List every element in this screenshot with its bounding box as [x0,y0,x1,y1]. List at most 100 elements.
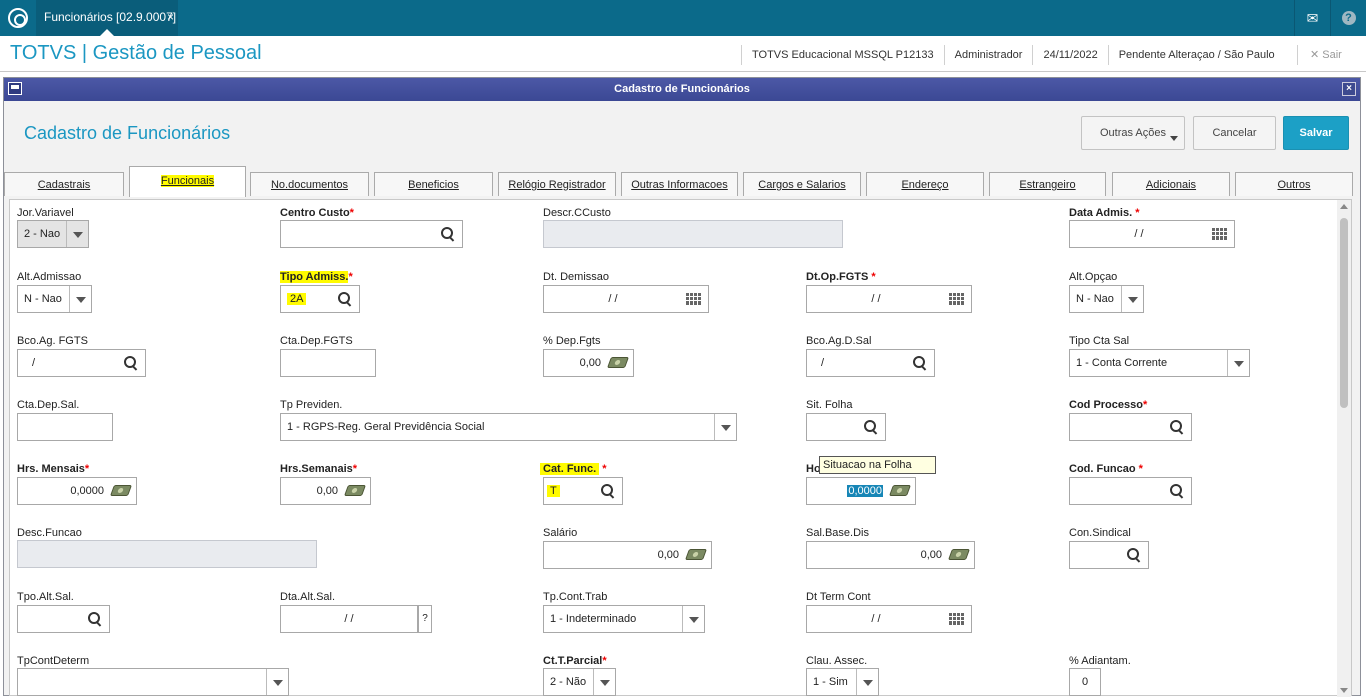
label-pct-adiantam: % Adiantam. [1069,655,1131,667]
tab-funcionais[interactable]: Funcionais [129,166,246,197]
money-icon[interactable] [684,549,708,560]
tab-no-documentos[interactable]: No.documentos [250,172,369,196]
tipo-admis-input[interactable]: 2A [280,285,360,313]
cancel-button[interactable]: Cancelar [1193,116,1276,150]
jor-variavel-select[interactable]: 2 - Nao [17,220,89,248]
dt-op-fgts-input[interactable]: / / [806,285,972,313]
search-icon[interactable] [1170,420,1184,434]
sal-base-dis-input[interactable]: 0,00 [806,541,975,569]
label-cod-funcao: Cod. Funcao * [1069,463,1143,475]
totvs-logo-icon[interactable] [8,8,28,28]
search-icon[interactable] [1127,548,1141,562]
tab-outros[interactable]: Outros [1235,172,1353,196]
search-icon[interactable] [913,356,927,370]
money-icon[interactable] [947,549,971,560]
tab-endereco[interactable]: Endereço [866,172,984,196]
scroll-down-icon[interactable] [1340,688,1348,693]
calendar-icon[interactable] [1212,228,1227,240]
search-icon[interactable] [864,420,878,434]
hrs-mensais-value: 0,0000 [70,485,104,497]
label-cat-func: Cat. Func. * [540,463,607,475]
tipo-cta-sal-select[interactable]: 1 - Conta Corrente [1069,349,1250,377]
sit-folha-input[interactable] [806,413,886,441]
tab-beneficios[interactable]: Beneficios [374,172,493,196]
bco-ag-fgts-input[interactable]: / [17,349,146,377]
dta-alt-sal-input[interactable]: / / [280,605,418,633]
calendar-icon[interactable] [686,293,701,305]
cod-processo-input[interactable] [1069,413,1192,441]
tp-cont-determ-select[interactable] [17,668,289,696]
required-marker: * [1138,463,1143,475]
tp-previden-select[interactable]: 1 - RGPS-Reg. Geral Previdência Social [280,413,737,441]
search-icon[interactable] [1170,484,1184,498]
window-icon[interactable] [8,82,22,95]
save-button[interactable]: Salvar [1283,116,1349,150]
help-icon[interactable]: ? [1330,0,1366,36]
cod-funcao-input[interactable] [1069,477,1192,505]
cta-dep-fgts-input[interactable] [280,349,376,377]
hrs-dia-input[interactable]: 0,0000 [806,477,916,505]
other-actions-button[interactable]: Outras Ações [1081,116,1185,150]
label-descr-ccusto: Descr.CCusto [543,207,611,219]
search-icon[interactable] [338,292,352,306]
cat-func-input[interactable]: T [543,477,623,505]
mail-icon[interactable]: ✉ [1294,0,1330,36]
search-icon[interactable] [88,612,102,626]
tab-cadastrais[interactable]: Cadastrais [4,172,124,196]
hrs-semanais-input[interactable]: 0,00 [280,477,371,505]
exit-button[interactable]: ✕ Sair [1297,45,1342,65]
dialog-close-icon[interactable]: × [1342,82,1356,96]
salario-input[interactable]: 0,00 [543,541,712,569]
dt-demissao-input[interactable]: / / [543,285,709,313]
dta-alt-sal-help-button[interactable]: ? [418,605,432,633]
pct-dep-fgts-input[interactable]: 0,00 [543,349,634,377]
data-admis-input[interactable]: / / [1069,220,1235,248]
money-icon[interactable] [888,485,912,496]
dropdown-arrow-icon [682,606,704,632]
label-tp-cont-trab: Tp.Cont.Trab [543,591,608,603]
vertical-scrollbar[interactable] [1337,200,1351,697]
money-icon[interactable] [606,357,630,368]
dt-term-cont-input[interactable]: / / [806,605,972,633]
dropdown-arrow-icon [856,669,878,695]
search-icon[interactable] [601,484,615,498]
tab-funcionarios[interactable]: Funcionários [02.9.0007] × [36,0,178,36]
tab-adicionais[interactable]: Adicionais [1112,172,1230,196]
money-icon[interactable] [343,485,367,496]
search-icon[interactable] [441,227,455,241]
tpo-alt-sal-input[interactable] [17,605,110,633]
alt-opcao-select[interactable]: N - Nao [1069,285,1144,313]
tab-estrangeiro[interactable]: Estrangeiro [989,172,1106,196]
tooltip-situacao-folha: Situacao na Folha [819,456,936,474]
label-cod-processo: Cod Processo* [1069,399,1147,411]
money-icon[interactable] [109,485,133,496]
label-pct-dep-fgts: % Dep.Fgts [543,335,601,347]
dropdown-arrow-icon [1121,286,1143,312]
con-sindical-input[interactable] [1069,541,1149,569]
scroll-up-icon[interactable] [1340,204,1348,209]
alt-admissao-value: N - Nao [24,293,62,305]
desc-funcao-field [17,540,317,568]
tab-pointer [100,29,114,36]
calendar-icon[interactable] [949,293,964,305]
label-data-admis: Data Admis. * [1069,207,1140,219]
hrs-mensais-input[interactable]: 0,0000 [17,477,137,505]
tp-cont-trab-select[interactable]: 1 - Indeterminado [543,605,705,633]
tab-outras-informacoes[interactable]: Outras Informacoes [621,172,738,196]
ct-t-parcial-select[interactable]: 2 - Não [543,668,616,696]
cta-dep-sal-input[interactable] [17,413,113,441]
alt-admissao-select[interactable]: N - Nao [17,285,92,313]
search-icon[interactable] [124,356,138,370]
clau-assec-select[interactable]: 1 - Sim [806,668,879,696]
scroll-thumb[interactable] [1340,218,1348,408]
label-desc-funcao: Desc.Funcao [17,527,82,539]
branch-status: Pendente Alteraçao / São Paulo [1107,45,1285,65]
tab-relogio-registrador[interactable]: Relógio Registrador [498,172,616,196]
pct-adiantam-input[interactable]: 0 [1069,668,1101,696]
bco-ag-d-sal-input[interactable]: / [806,349,935,377]
centro-custo-input[interactable] [280,220,463,248]
calendar-icon[interactable] [949,613,964,625]
required-marker: * [602,655,607,667]
tab-cargos-e-salarios[interactable]: Cargos e Salarios [743,172,861,196]
tab-close-icon[interactable]: × [167,0,174,34]
